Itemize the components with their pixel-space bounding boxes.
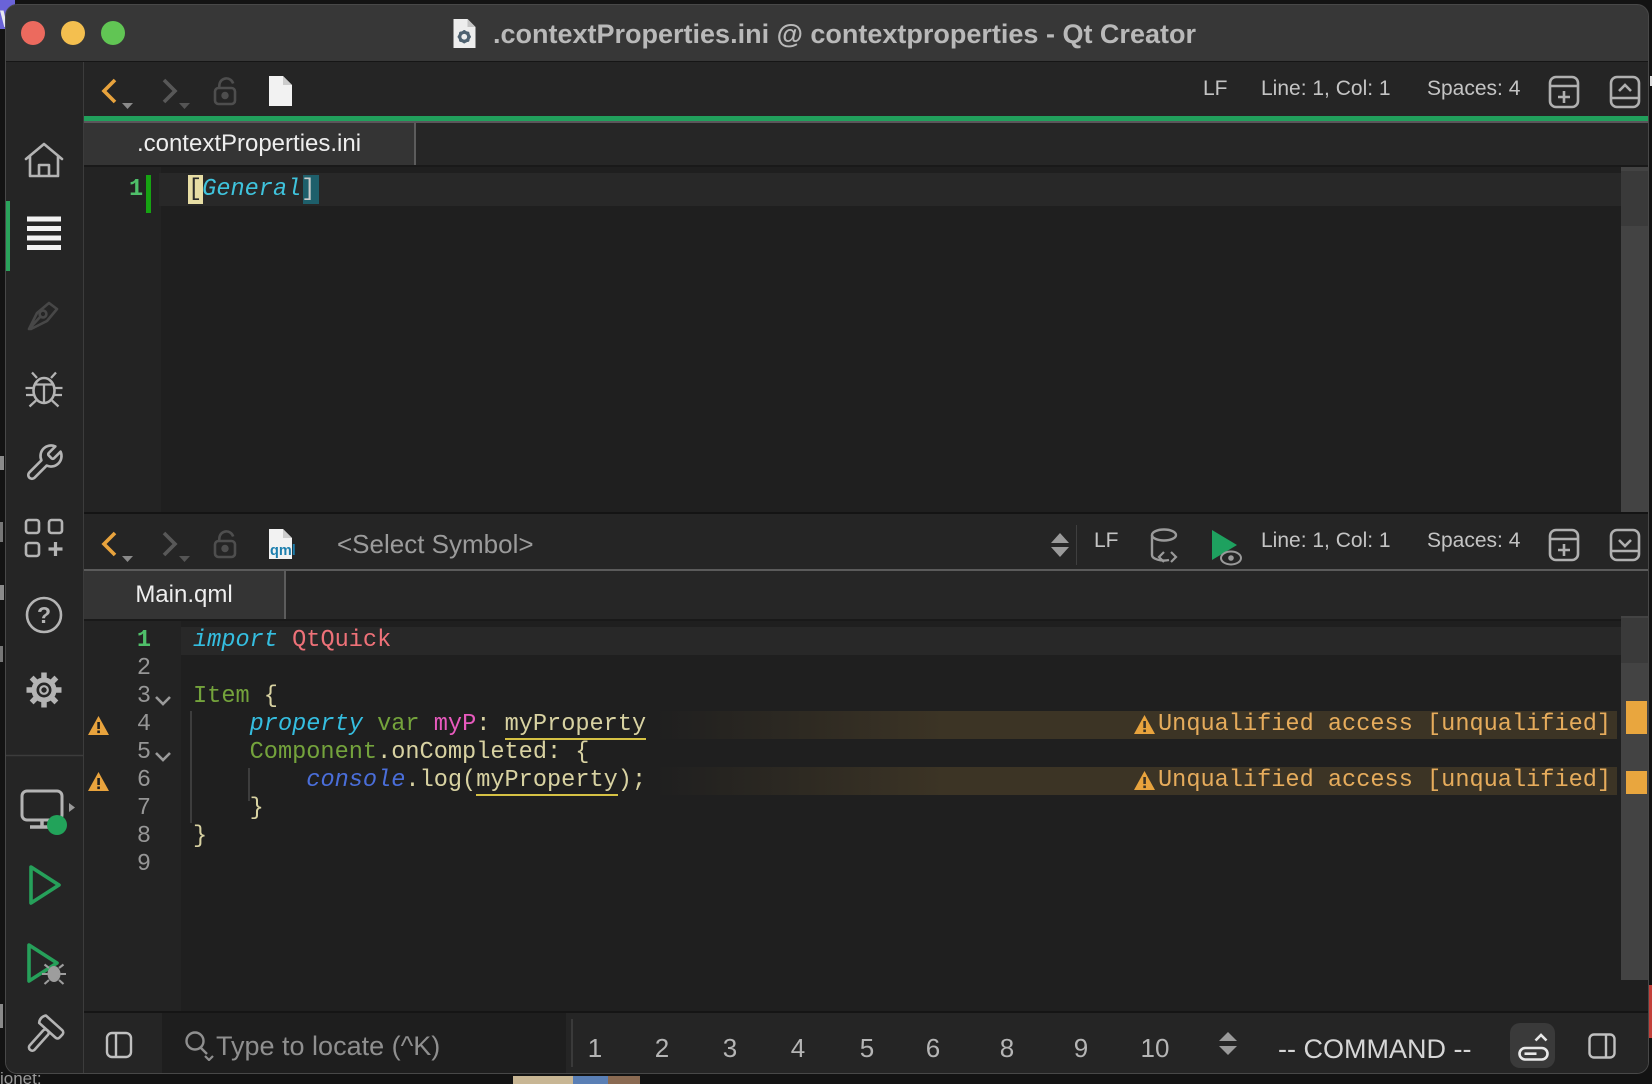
svg-text:?: ? <box>37 602 51 628</box>
svg-text:qml: qml <box>270 543 296 559</box>
